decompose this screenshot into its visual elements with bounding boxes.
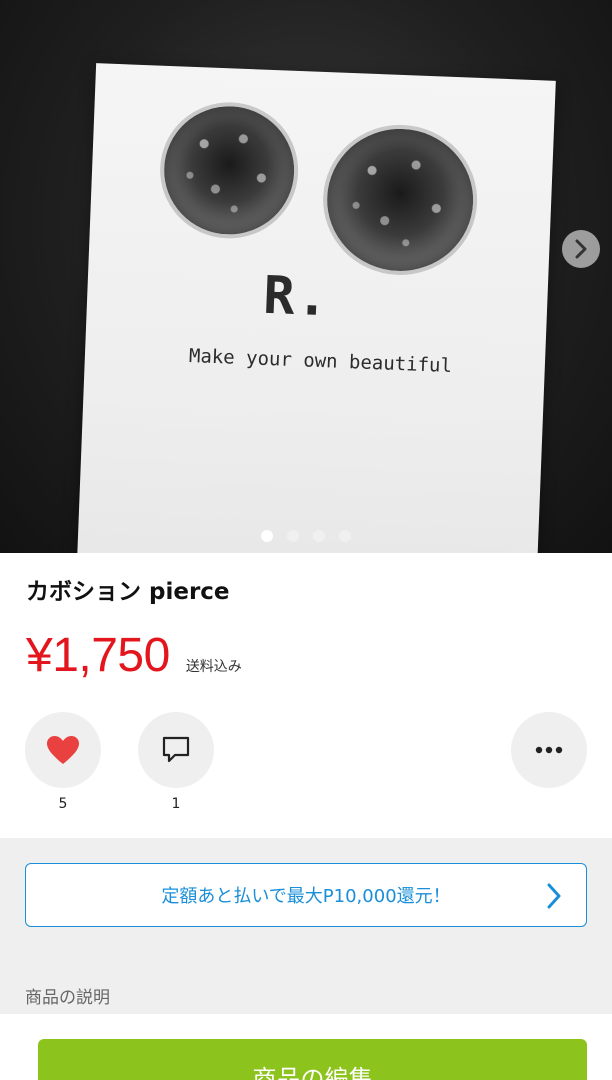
info-section: 定額あと払いで最大P10,000還元！ 商品の説明 [0, 838, 612, 1014]
more-horizontal-icon [535, 746, 563, 754]
pagination-dot[interactable] [261, 530, 273, 542]
shipping-label: 送料込み [185, 659, 242, 675]
earring-left-image [161, 103, 297, 237]
more-action [511, 712, 587, 788]
bottom-bar: 商品の編集 [0, 1014, 612, 1080]
item-title: カボション pierce [26, 579, 230, 605]
pagination-dot[interactable] [287, 530, 299, 542]
like-count: 5 [58, 796, 68, 812]
comment-icon [162, 736, 190, 763]
promo-banner[interactable]: 定額あと払いで最大P10,000還元！ [25, 863, 587, 927]
chevron-right-icon [547, 883, 561, 909]
comment-button[interactable] [138, 712, 214, 788]
edit-item-label: 商品の編集 [252, 1065, 373, 1080]
product-photo[interactable]: R. Make your own beautiful [0, 0, 612, 553]
pagination-dot[interactable] [313, 530, 325, 542]
comment-action: 1 [138, 712, 214, 812]
like-action: 5 [25, 712, 101, 812]
next-photo-button[interactable] [562, 230, 600, 268]
product-card: R. Make your own beautiful [75, 63, 556, 553]
earring-right-image [324, 126, 476, 274]
comment-count: 1 [171, 796, 181, 812]
chevron-right-icon [575, 239, 587, 259]
more-button[interactable] [511, 712, 587, 788]
promo-text: 定額あと払いで最大P10,000還元！ [161, 886, 451, 907]
card-brand-mark: R. [262, 265, 332, 329]
photo-pagination [0, 530, 612, 542]
description-heading: 商品の説明 [25, 988, 110, 1008]
price-row: ¥1,750 送料込み [26, 628, 242, 683]
item-price: ¥1,750 [26, 629, 170, 682]
card-tagline: Make your own beautiful [188, 344, 453, 378]
pagination-dot[interactable] [339, 530, 351, 542]
edit-item-button[interactable]: 商品の編集 [38, 1039, 587, 1080]
like-button[interactable] [25, 712, 101, 788]
heart-icon [47, 736, 79, 764]
